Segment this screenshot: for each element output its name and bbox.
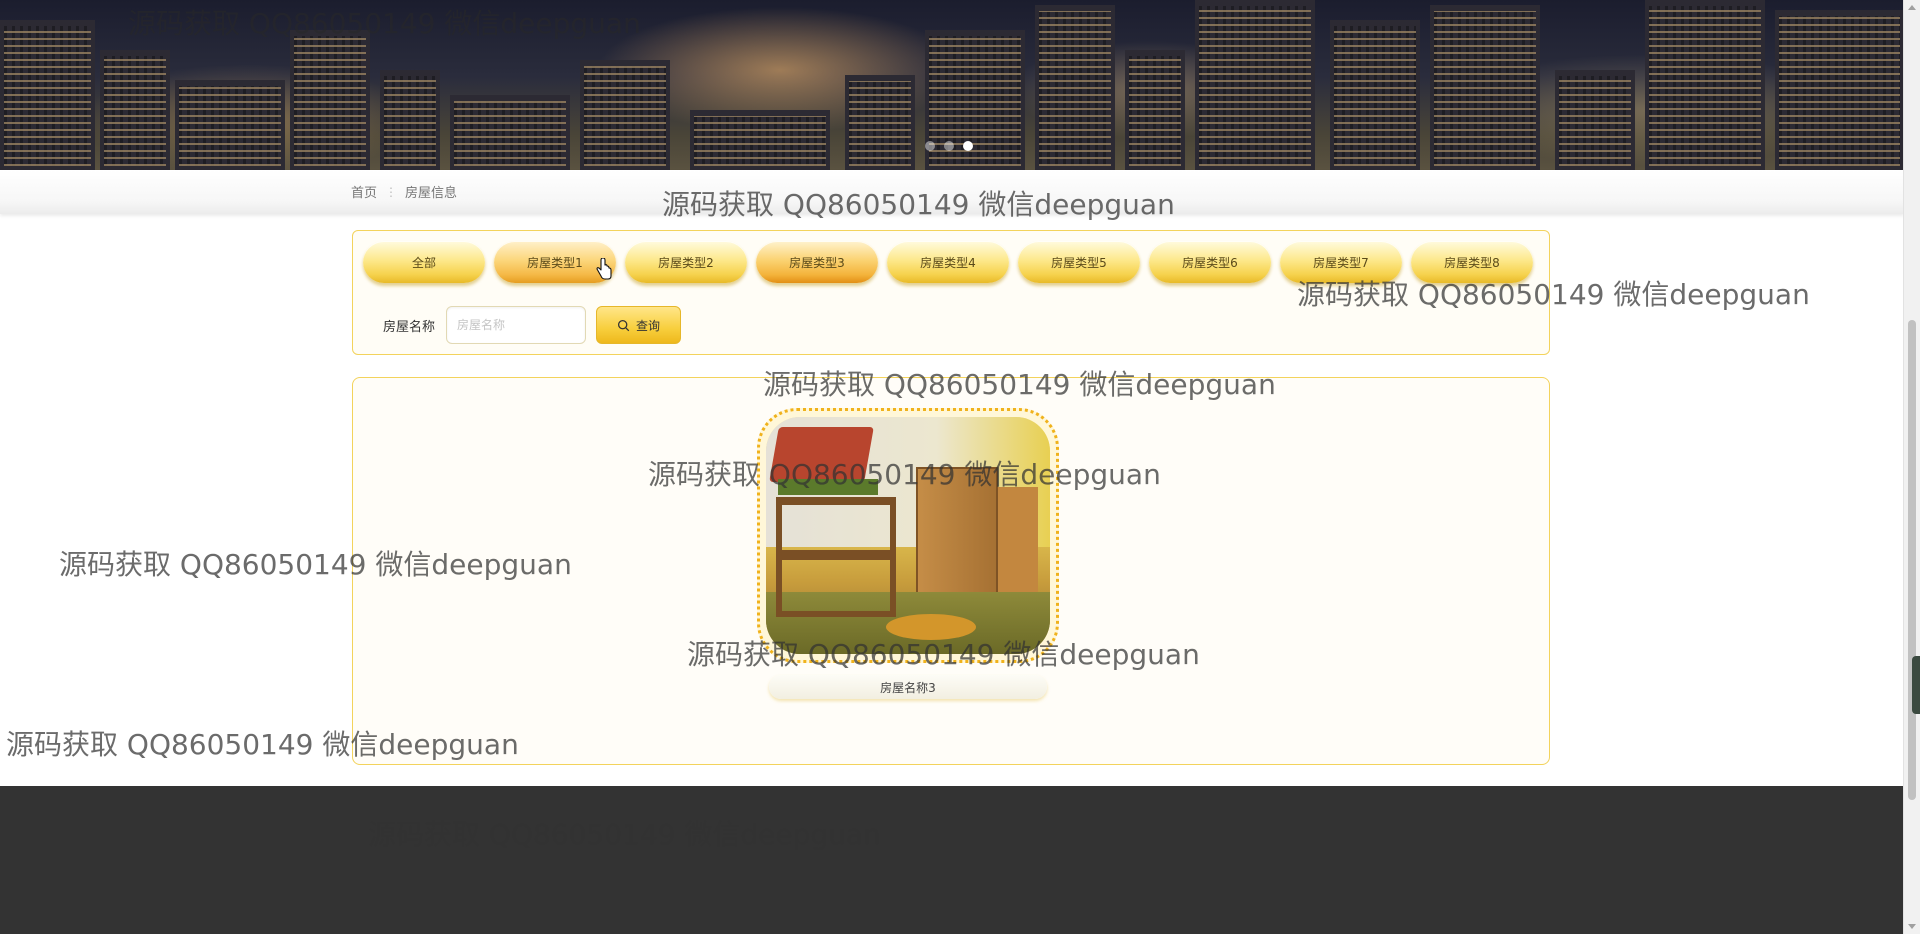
carousel-dot-2[interactable] <box>944 141 954 151</box>
house-list: 房屋名称3 <box>352 377 1550 765</box>
tab-type-6[interactable]: 房屋类型6 <box>1149 241 1271 283</box>
building <box>690 110 830 170</box>
search-button-label: 查询 <box>635 318 660 333</box>
scroll-up-arrow-icon[interactable] <box>1908 5 1916 10</box>
search-input[interactable] <box>446 306 586 344</box>
carousel-indicators <box>925 141 973 151</box>
breadcrumb-separator: ⋮ <box>385 184 398 199</box>
hand-cursor-icon <box>596 258 612 280</box>
search-icon <box>617 319 630 331</box>
side-panel-handle[interactable] <box>1912 656 1920 714</box>
building <box>0 20 95 170</box>
photo-rug <box>886 614 976 640</box>
building <box>380 70 440 170</box>
search-label: 房屋名称 <box>383 319 436 335</box>
vertical-scrollbar[interactable] <box>1903 0 1920 934</box>
carousel-dot-1[interactable] <box>925 141 935 151</box>
carousel-dot-3[interactable] <box>963 141 973 151</box>
photo-bunk-bed <box>776 497 896 617</box>
photo-bed-canopy <box>769 427 874 482</box>
tab-all[interactable]: 全部 <box>363 241 485 283</box>
tab-type-2[interactable]: 房屋类型2 <box>625 241 747 283</box>
tab-type-4[interactable]: 房屋类型4 <box>887 241 1009 283</box>
building <box>1645 0 1765 170</box>
building <box>1555 70 1635 170</box>
scroll-down-arrow-icon[interactable] <box>1908 924 1916 929</box>
search-button[interactable]: 查询 <box>596 306 681 344</box>
hero-banner <box>0 0 1904 170</box>
breadcrumb: 首页 ⋮ 房屋信息 <box>351 182 458 202</box>
building <box>175 80 285 170</box>
building <box>290 30 370 170</box>
tab-type-3[interactable]: 房屋类型3 <box>756 241 878 283</box>
building <box>1775 10 1904 170</box>
house-image-frame[interactable] <box>757 408 1059 663</box>
tab-type-7[interactable]: 房屋类型7 <box>1280 241 1402 283</box>
building <box>450 95 570 170</box>
breadcrumb-current: 房屋信息 <box>405 186 458 201</box>
breadcrumb-home[interactable]: 首页 <box>351 182 377 201</box>
building <box>1035 5 1115 170</box>
house-photo[interactable] <box>766 417 1050 654</box>
tab-type-5[interactable]: 房屋类型5 <box>1018 241 1140 283</box>
photo-canopy-trim <box>778 479 878 495</box>
category-tabs: 全部 房屋类型1 房屋类型2 房屋类型3 房屋类型4 房屋类型5 房屋类型6 房… <box>363 241 1533 283</box>
tab-type-8[interactable]: 房屋类型8 <box>1411 241 1533 283</box>
breadcrumb-bar: 首页 ⋮ 房屋信息 <box>0 170 1904 214</box>
page-footer <box>0 786 1904 934</box>
building <box>1430 5 1540 170</box>
search-row: 房屋名称 查询 <box>383 306 681 344</box>
building <box>1330 20 1420 170</box>
building <box>580 60 670 170</box>
filter-panel: 全部 房屋类型1 房屋类型2 房屋类型3 房屋类型4 房屋类型5 房屋类型6 房… <box>352 230 1550 355</box>
building <box>845 75 915 170</box>
building <box>100 50 170 170</box>
building <box>1125 50 1185 170</box>
house-card[interactable]: 房屋名称3 <box>757 408 1059 699</box>
scroll-thumb[interactable] <box>1908 320 1916 800</box>
building <box>1195 0 1315 170</box>
house-card-title[interactable]: 房屋名称3 <box>769 675 1047 699</box>
